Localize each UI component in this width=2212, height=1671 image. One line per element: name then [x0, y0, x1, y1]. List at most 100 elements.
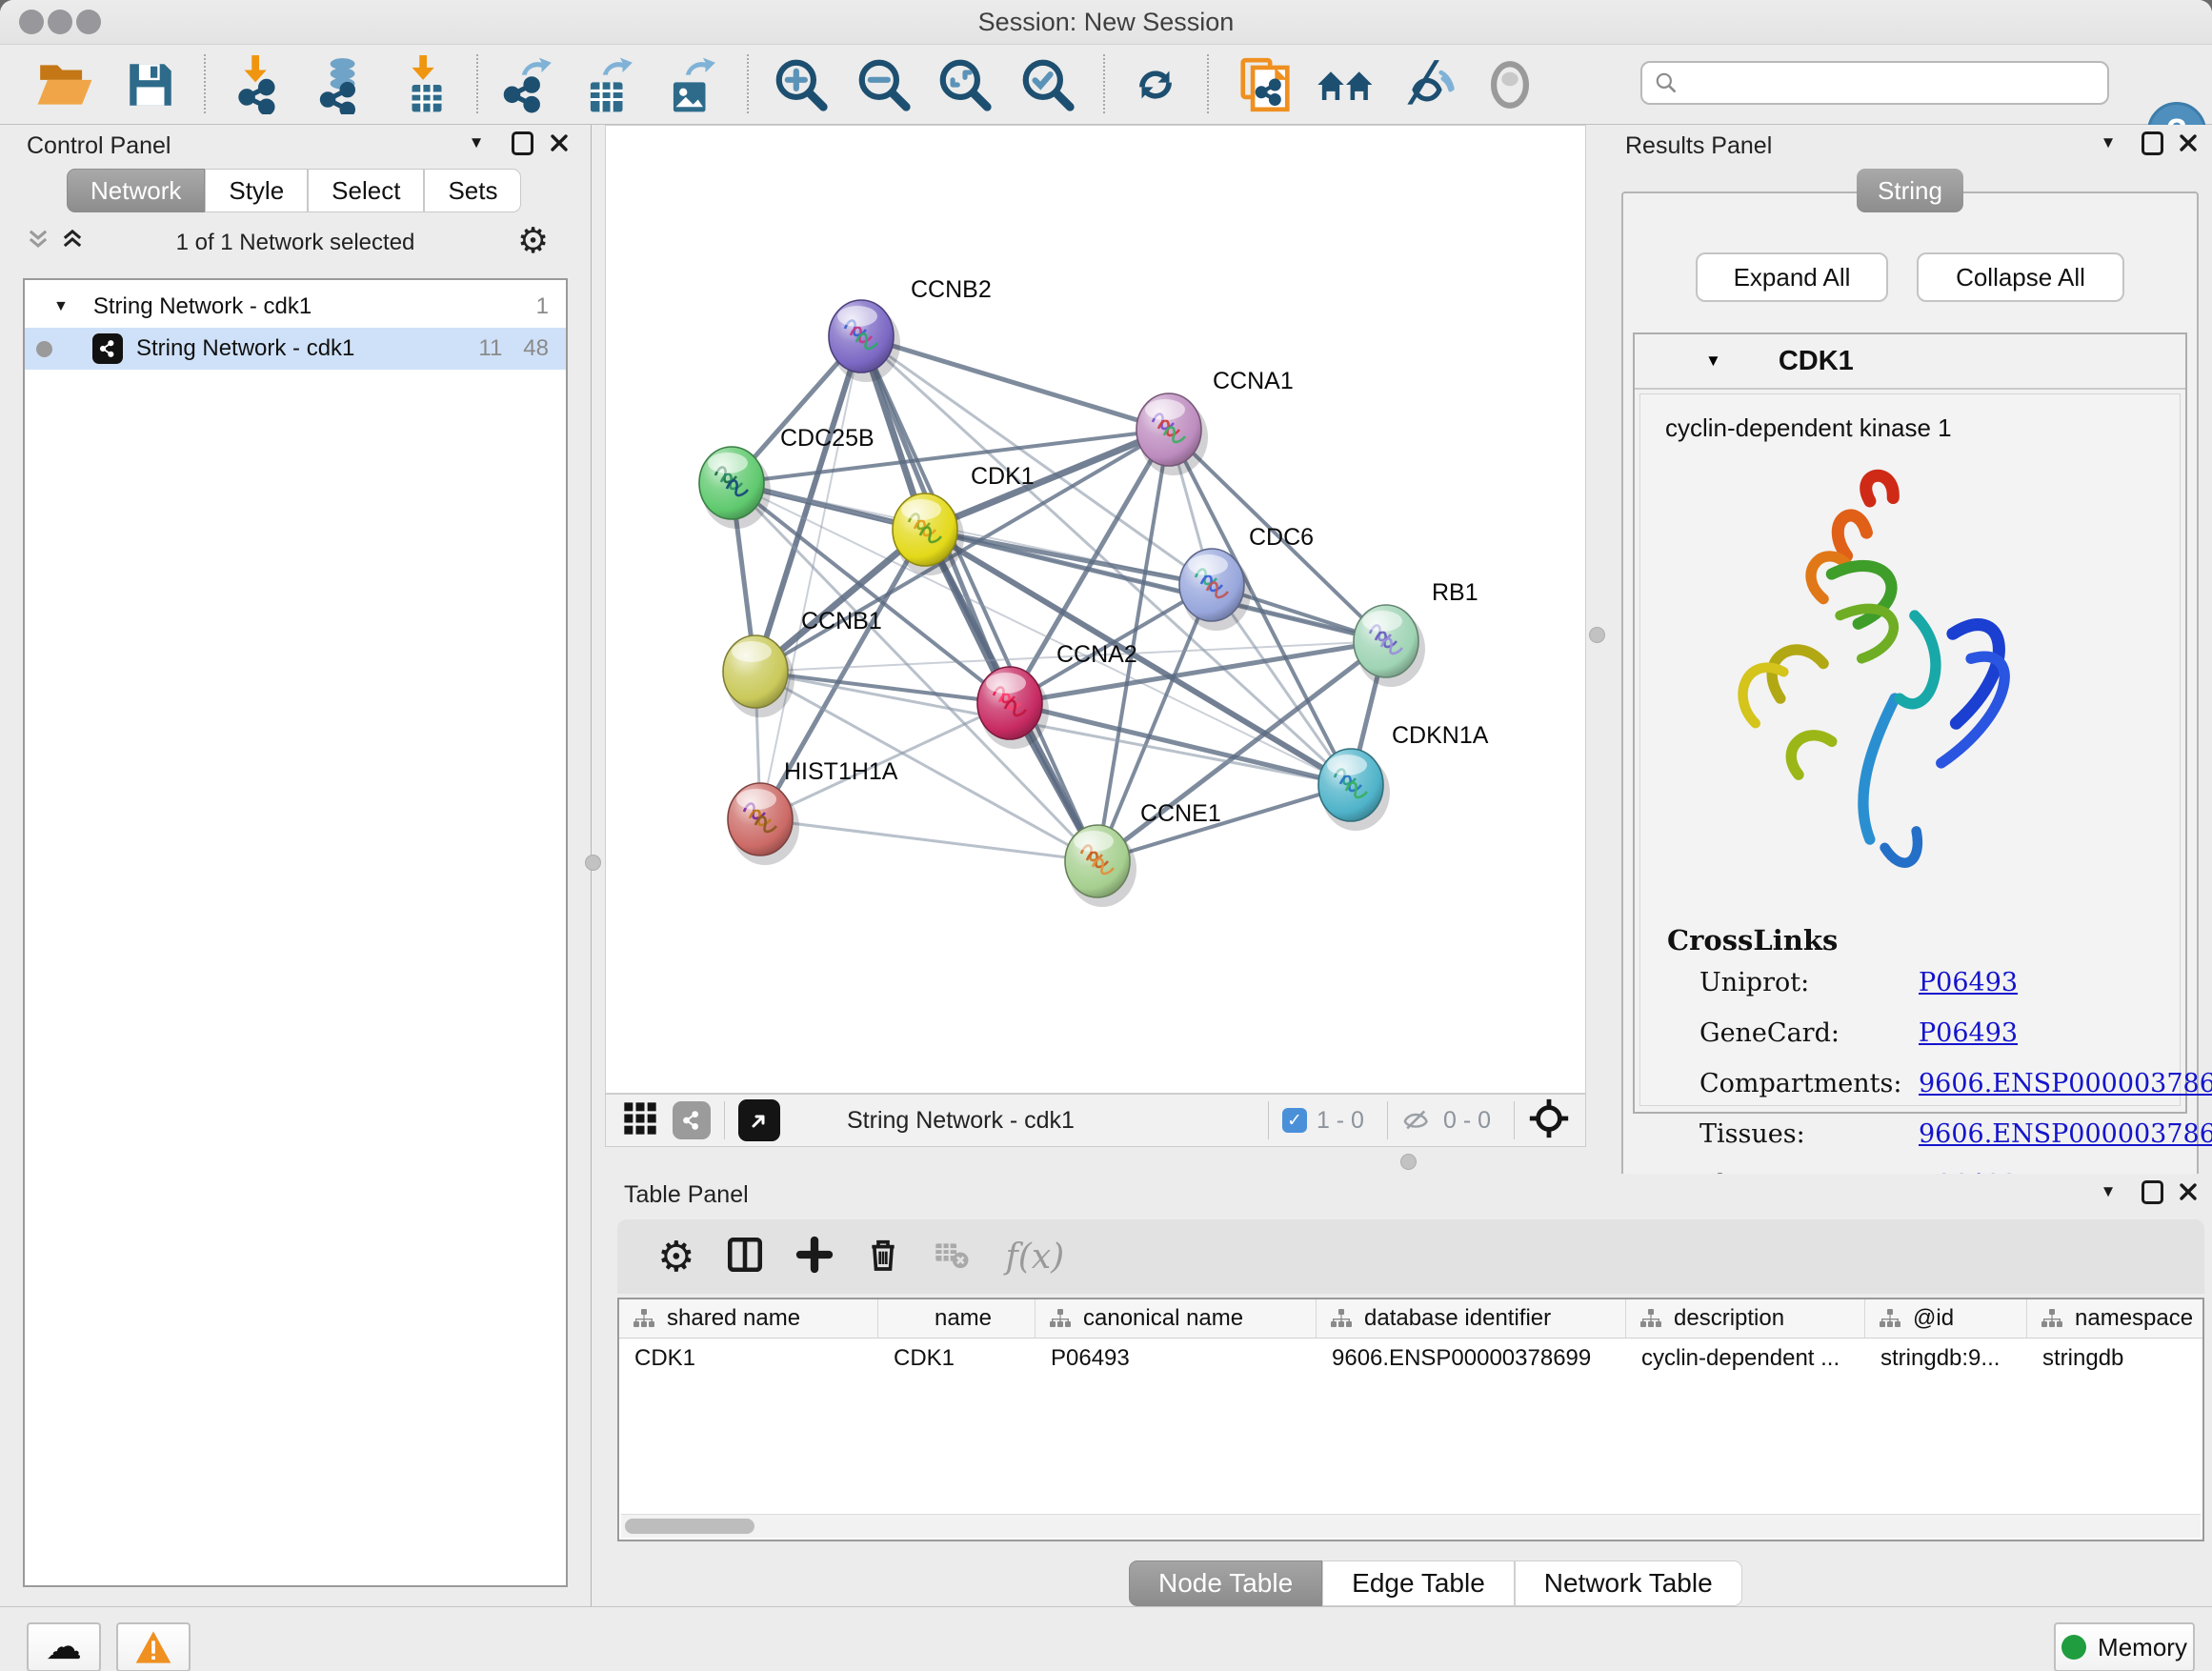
results-panel-collapse-button[interactable]: ▼: [2094, 129, 2122, 157]
hide-selected-button[interactable]: [1393, 50, 1461, 119]
vertical-splitter-handle[interactable]: [1589, 627, 1605, 643]
show-all-button[interactable]: [1476, 50, 1544, 119]
toolbar-separator: [1103, 54, 1105, 113]
toolbar-separator: [747, 54, 749, 113]
network-tree: ▼ String Network - cdk1 1 String Network…: [23, 278, 568, 1587]
warnings-button[interactable]: [116, 1622, 191, 1671]
string-view-button[interactable]: [673, 1101, 711, 1139]
delete-column-button[interactable]: [864, 1236, 902, 1278]
external-arrow-icon: [748, 1109, 771, 1132]
crosslinks-heading: CrossLinks: [1667, 924, 1838, 956]
tab-network[interactable]: Network: [67, 169, 205, 212]
hidden-eye-slash-icon: [1401, 1109, 1434, 1132]
network-canvas[interactable]: CCNB2CCNA1CDC25BCDK1CDC6RB1CCNB1CCNA2CDK…: [605, 125, 1586, 1094]
selected-checkbox-icon[interactable]: ✓: [1282, 1108, 1307, 1133]
collection-label: String Network - cdk1: [93, 293, 312, 320]
export-network-button[interactable]: [493, 50, 561, 119]
column-header[interactable]: shared name: [619, 1299, 878, 1338]
network-node-hist1h1a[interactable]: HIST1H1A: [728, 758, 898, 865]
tab-node-table[interactable]: Node Table: [1129, 1560, 1322, 1606]
crosshair-icon: [1528, 1097, 1570, 1139]
table-panel-close-button[interactable]: [2174, 1178, 2202, 1206]
column-header[interactable]: name: [878, 1299, 1036, 1338]
refresh-button[interactable]: [1121, 50, 1190, 119]
results-panel: Results Panel ▼ String Expand All Collap…: [1606, 125, 2212, 1147]
network-node-ccna1[interactable]: CCNA1: [1136, 368, 1294, 475]
tab-style[interactable]: Style: [205, 169, 308, 212]
delete-table-button[interactable]: [933, 1236, 971, 1278]
import-table-button[interactable]: [392, 50, 461, 119]
import-table-icon: [397, 55, 456, 114]
save-session-button[interactable]: [116, 50, 185, 119]
column-header[interactable]: canonical name: [1036, 1299, 1317, 1338]
network-graph[interactable]: CCNB2CCNA1CDC25BCDK1CDC6RB1CCNB1CCNA2CDK…: [606, 126, 1585, 1093]
network-options-gear-icon[interactable]: ⚙: [517, 220, 549, 261]
node-label: CCNE1: [1140, 800, 1221, 827]
expand-all-button[interactable]: Expand All: [1696, 252, 1888, 302]
node-count: 11: [478, 335, 502, 362]
network-row-selected[interactable]: String Network - cdk1 11 48: [25, 328, 566, 370]
zoom-selected-button[interactable]: [1014, 50, 1082, 119]
zoom-in-button[interactable]: [767, 50, 835, 119]
export-table-button[interactable]: [573, 50, 642, 119]
home-layout-button[interactable]: [1312, 50, 1380, 119]
tab-network-table[interactable]: Network Table: [1515, 1560, 1742, 1606]
import-network-database-button[interactable]: [306, 50, 374, 119]
tab-sets[interactable]: Sets: [424, 169, 521, 212]
control-panel-float-button[interactable]: [508, 129, 536, 157]
zoom-out-button[interactable]: [850, 50, 918, 119]
control-panel-close-button[interactable]: [545, 129, 573, 157]
genecard-link[interactable]: P06493: [1919, 1018, 2018, 1048]
function-builder-button[interactable]: f(x): [1005, 1238, 1064, 1277]
control-panel-collapse-button[interactable]: ▼: [462, 129, 491, 157]
import-network-file-button[interactable]: [225, 50, 293, 119]
edge-count: 48: [523, 335, 549, 362]
export-image-button[interactable]: [656, 50, 725, 119]
collapse-all-button[interactable]: Collapse All: [1917, 252, 2124, 302]
cloud-status-button[interactable]: ☁: [27, 1622, 101, 1671]
show-columns-button[interactable]: [725, 1235, 765, 1279]
node-label: CCNB2: [911, 276, 992, 303]
zoom-fit-button[interactable]: [931, 50, 999, 119]
column-header[interactable]: @id: [1865, 1299, 2027, 1338]
network-node-rb1[interactable]: RB1: [1354, 579, 1478, 687]
first-neighbors-button[interactable]: [1231, 50, 1299, 119]
results-panel-float-button[interactable]: [2138, 129, 2166, 157]
string-network-icon: [92, 333, 123, 364]
open-session-button[interactable]: [30, 50, 99, 119]
divider: [1268, 1101, 1269, 1139]
grid-view-button[interactable]: [621, 1099, 659, 1142]
create-column-button[interactable]: [795, 1236, 834, 1278]
tab-string[interactable]: String: [1857, 169, 1963, 212]
tab-select[interactable]: Select: [308, 169, 424, 212]
node-label: CCNA1: [1213, 368, 1294, 394]
vertical-splitter-handle[interactable]: [585, 855, 601, 871]
gene-header-row[interactable]: ▼ CDK1: [1635, 334, 2185, 390]
scrollbar-thumb[interactable]: [625, 1519, 754, 1534]
search-input[interactable]: [1686, 69, 2107, 97]
network-collection-row[interactable]: ▼ String Network - cdk1 1: [25, 286, 566, 328]
tissues-link[interactable]: 9606.ENSP00000378699: [1919, 1119, 2212, 1149]
two-houses-icon: [1316, 54, 1377, 115]
table-panel-float-button[interactable]: [2138, 1178, 2166, 1206]
column-header[interactable]: description: [1626, 1299, 1865, 1338]
column-header[interactable]: database identifier: [1317, 1299, 1626, 1338]
network-node-ccne1[interactable]: CCNE1: [1065, 800, 1221, 907]
uniprot-link[interactable]: P06493: [1919, 968, 2018, 997]
table-panel-collapse-button[interactable]: ▼: [2094, 1178, 2122, 1206]
table-settings-gear-icon[interactable]: ⚙: [657, 1233, 694, 1281]
horizontal-splitter-handle[interactable]: [1400, 1154, 1417, 1170]
open-in-browser-button[interactable]: [738, 1099, 780, 1141]
column-header[interactable]: namespace: [2027, 1299, 2204, 1338]
network-node-cdkn1a[interactable]: CDKN1A: [1318, 722, 1489, 831]
table-row[interactable]: CDK1 CDK1 P06493 9606.ENSP00000378699 cy…: [619, 1339, 2202, 1379]
toolbar-search-field[interactable]: [1640, 61, 2109, 105]
node-label: HIST1H1A: [784, 758, 898, 785]
memory-button[interactable]: Memory: [2054, 1622, 2195, 1671]
compartments-link[interactable]: 9606.ENSP00000378699: [1919, 1069, 2212, 1098]
network-node-ccnb1[interactable]: CCNB1: [723, 608, 882, 717]
tab-edge-table[interactable]: Edge Table: [1322, 1560, 1515, 1606]
horizontal-scrollbar[interactable]: [621, 1514, 2201, 1538]
results-panel-close-button[interactable]: [2174, 129, 2202, 157]
birds-eye-view-button[interactable]: [1528, 1097, 1570, 1144]
